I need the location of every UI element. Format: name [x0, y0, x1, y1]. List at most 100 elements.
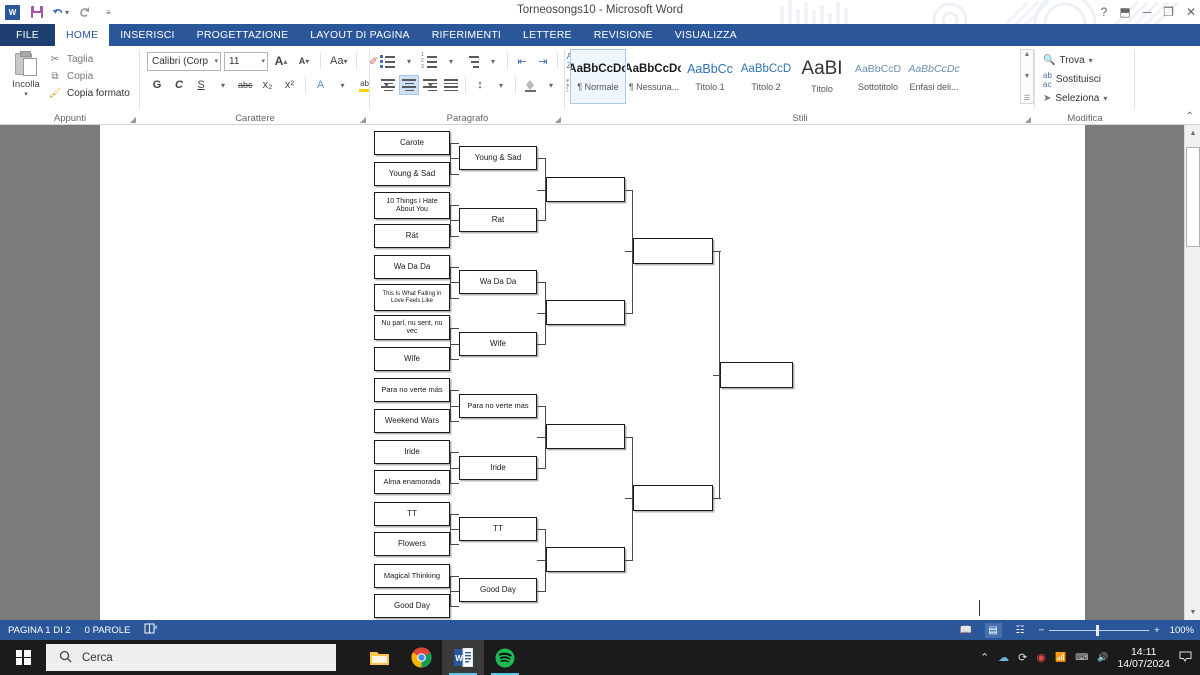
zoom-out-button[interactable]: − — [1039, 625, 1045, 636]
decrease-indent-button[interactable]: ⇤ — [512, 51, 532, 71]
tab-lettere[interactable]: LETTERE — [512, 24, 583, 46]
collapse-ribbon-button[interactable]: ⌃ — [1186, 111, 1194, 122]
zoom-in-button[interactable]: + — [1154, 625, 1160, 636]
bracket-box-round4[interactable] — [633, 238, 713, 264]
system-tray[interactable]: ⌃ ☁ ⟳ ◉ 📶 ⌨ 🔊 14:11 14/07/2024 — [980, 640, 1200, 675]
page-indicator[interactable]: PAGINA 1 DI 2 — [8, 625, 71, 636]
paste-dropdown-icon[interactable]: ▾ — [6, 90, 46, 98]
bracket-box-round2[interactable]: Iride — [459, 456, 537, 480]
align-right-button[interactable] — [420, 75, 440, 95]
document-page[interactable]: Carote Young & Sad 10 Things I Hate About … — [100, 125, 1085, 620]
network-icon[interactable]: 📶 — [1055, 652, 1066, 663]
justify-button[interactable] — [441, 75, 461, 95]
bracket-box-round1[interactable]: Iride — [374, 440, 450, 464]
styles-more-icon[interactable]: ☰ — [1024, 94, 1030, 102]
line-spacing-button[interactable]: ↕ — [470, 75, 490, 95]
taskbar-google-chrome[interactable] — [400, 640, 442, 675]
find-dropdown-icon[interactable]: ▾ — [1089, 56, 1093, 65]
paragraph-dialog-launcher[interactable]: ◢ — [555, 115, 561, 124]
select-button[interactable]: ➤ Seleziona ▾ — [1043, 89, 1107, 108]
font-size-combobox[interactable]: 11 ▾ — [224, 51, 268, 71]
read-mode-button[interactable]: 📖 — [958, 623, 975, 638]
style-sottotitolo[interactable]: AaBbCcD Sottotitolo — [850, 49, 906, 104]
bracket-box-round1[interactable]: Wa Da Da — [374, 255, 450, 279]
volume-icon[interactable]: 🔊 — [1097, 652, 1108, 663]
onedrive-icon[interactable]: ☁ — [998, 651, 1009, 664]
select-dropdown-icon[interactable]: ▾ — [1103, 94, 1107, 103]
scroll-down-button[interactable]: ▼ — [1185, 604, 1200, 620]
bracket-box-round2[interactable]: Young & Sad — [459, 146, 537, 170]
shrink-font-button[interactable]: A ▾ — [294, 51, 314, 71]
bracket-box-round1[interactable]: Carote — [374, 131, 450, 155]
chevron-down-icon[interactable]: ▾ — [211, 57, 218, 65]
windows-taskbar[interactable]: Cerca W ⌃ ☁ ⟳ ◉ 📶 ⌨ 🔊 14:11 14/07/2024 — [0, 640, 1200, 675]
restore-button[interactable]: ❐ — [1163, 6, 1174, 18]
tab-riferimenti[interactable]: RIFERIMENTI — [421, 24, 512, 46]
replace-button[interactable]: ab ac Sostituisci — [1043, 70, 1107, 89]
bracket-box-round1[interactable]: Para no verte más — [374, 378, 450, 402]
tab-layout-di-pagina[interactable]: LAYOUT DI PAGINA — [299, 24, 420, 46]
strikethrough-button[interactable]: abc — [235, 75, 256, 95]
bracket-box-round2[interactable]: Rat — [459, 208, 537, 232]
tab-home[interactable]: HOME — [54, 24, 110, 46]
document-area[interactable]: Carote Young & Sad 10 Things I Hate About … — [0, 125, 1200, 620]
bracket-box-round1[interactable]: 10 Things I Hate About You — [374, 192, 450, 219]
align-center-button[interactable] — [399, 75, 419, 95]
taskbar-file-explorer[interactable] — [358, 640, 400, 675]
scroll-down-icon[interactable]: ▼ — [1024, 73, 1031, 80]
window-controls[interactable]: ? ⬒ ─ ❐ ✕ — [1101, 0, 1196, 24]
style-titolo-2[interactable]: AaBbCcD Titolo 2 — [738, 49, 794, 104]
bold-button[interactable]: G — [147, 75, 167, 95]
text-effects-button[interactable]: A — [311, 75, 331, 95]
word-count[interactable]: 0 PAROLE — [85, 625, 131, 636]
line-spacing-dropdown-icon[interactable]: ▾ — [491, 75, 511, 95]
proofing-status-icon[interactable]: x — [144, 623, 158, 637]
cut-button[interactable]: ✂ Taglia — [48, 51, 130, 68]
taskbar-spotify[interactable] — [484, 640, 526, 675]
bracket-box-round1[interactable]: Wife — [374, 347, 450, 371]
start-button[interactable] — [0, 640, 46, 675]
status-bar[interactable]: PAGINA 1 DI 2 0 PAROLE x 📖 ▤ ☷ − + 100% — [0, 620, 1200, 640]
ribbon-display-options-button[interactable]: ⬒ — [1119, 6, 1130, 18]
scroll-up-icon[interactable]: ▲ — [1024, 51, 1031, 58]
style-normale[interactable]: AaBbCcDc ¶ Normale — [570, 49, 626, 104]
bracket-box-round3[interactable] — [546, 177, 625, 202]
bracket-box-round3[interactable] — [546, 300, 625, 325]
styles-gallery[interactable]: AaBbCcDc ¶ Normale AaBbCcDc ¶ Nessuna...… — [570, 49, 962, 104]
bracket-box-round3[interactable] — [546, 547, 625, 572]
style-nessuna-spaziatura[interactable]: AaBbCcDc ¶ Nessuna... — [626, 49, 682, 104]
web-layout-button[interactable]: ☷ — [1012, 623, 1029, 638]
tab-visualizza[interactable]: VISUALIZZA — [664, 24, 748, 46]
zoom-track[interactable] — [1049, 624, 1150, 636]
tab-inserisci[interactable]: INSERISCI — [109, 24, 185, 46]
multilevel-list-dropdown-icon[interactable]: ▾ — [483, 51, 503, 71]
styles-gallery-scrollbar[interactable]: ▲ ▼ ☰ — [1020, 49, 1034, 104]
bracket-box-round2[interactable]: Para no verte mas — [459, 394, 537, 418]
style-enfasi-delicata[interactable]: AaBbCcDc Enfasi deli... — [906, 49, 962, 104]
bullets-dropdown-icon[interactable]: ▾ — [399, 51, 419, 71]
change-case-button[interactable]: Aa ▾ — [327, 51, 350, 71]
bracket-box-round1[interactable]: Young & Sad — [374, 162, 450, 186]
underline-button[interactable]: S — [191, 75, 211, 95]
taskbar-search-box[interactable]: Cerca — [46, 644, 336, 671]
bracket-box-round1[interactable]: Weekend Wars — [374, 409, 450, 433]
increase-indent-button[interactable]: ⇥ — [533, 51, 553, 71]
zoom-slider[interactable]: − + — [1039, 624, 1160, 636]
bracket-box-final[interactable] — [720, 362, 793, 388]
scroll-up-button[interactable]: ▲ — [1185, 125, 1200, 141]
text-effects-dropdown-icon[interactable]: ▾ — [333, 75, 353, 95]
bracket-box-round1[interactable]: Magical Thinking — [374, 564, 450, 588]
bracket-box-round1[interactable]: Alma enamorada — [374, 470, 450, 494]
paste-button[interactable]: Incolla ▾ — [6, 50, 46, 98]
grow-font-button[interactable]: A ▴ — [271, 51, 291, 71]
bracket-box-round1[interactable]: This Is What Falling in Love Feels Like — [374, 284, 450, 311]
antivirus-icon[interactable]: ◉ — [1036, 651, 1046, 664]
align-left-button[interactable] — [378, 75, 398, 95]
underline-dropdown-icon[interactable]: ▾ — [213, 75, 233, 95]
bracket-box-round2[interactable]: Good Day — [459, 578, 537, 602]
bracket-box-round2[interactable]: TT — [459, 517, 537, 541]
bracket-box-round1[interactable]: Flowers — [374, 532, 450, 556]
numbering-dropdown-icon[interactable]: ▾ — [441, 51, 461, 71]
notifications-icon[interactable] — [1179, 651, 1192, 665]
tab-progettazione[interactable]: PROGETTAZIONE — [186, 24, 300, 46]
